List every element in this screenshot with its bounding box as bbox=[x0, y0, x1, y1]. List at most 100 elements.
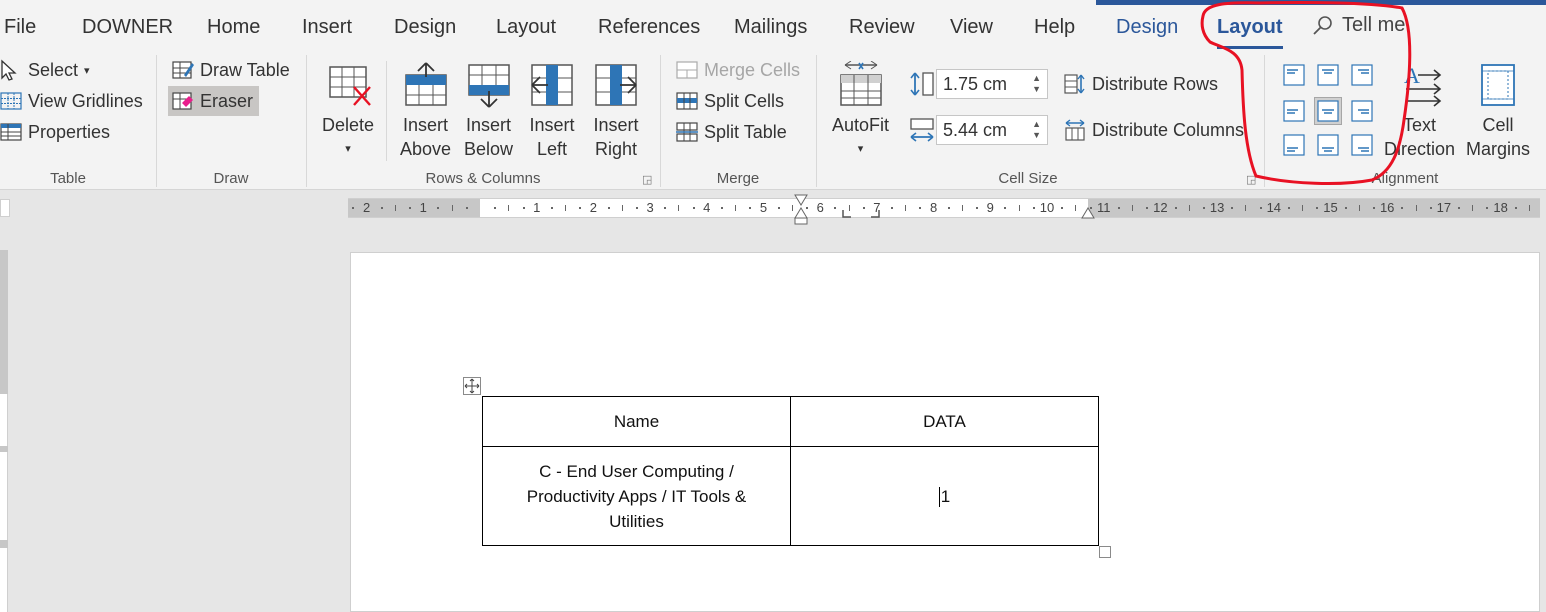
ruler-tick bbox=[1146, 207, 1149, 209]
spin-arrows-icon[interactable]: ▲ ▼ bbox=[1032, 119, 1041, 141]
align-bottom-right-icon[interactable] bbox=[1348, 131, 1376, 159]
ruler-tick bbox=[961, 205, 963, 211]
column-width-icon bbox=[910, 118, 934, 142]
align-center-right-icon[interactable] bbox=[1348, 97, 1376, 125]
chevron-down-icon: ▾ bbox=[345, 143, 351, 155]
ruler-number: 9 bbox=[986, 200, 994, 215]
tab-review[interactable]: Review bbox=[849, 16, 915, 39]
tab-design[interactable]: Design bbox=[394, 16, 456, 39]
split-table-button[interactable]: Split Table bbox=[676, 119, 787, 145]
ruler-tick bbox=[1287, 207, 1290, 209]
cell-height-input[interactable]: 1.75 cm ▲ ▼ bbox=[936, 69, 1048, 99]
align-top-right-icon[interactable] bbox=[1348, 61, 1376, 89]
dialog-launcher-icon[interactable]: ◲ bbox=[642, 173, 652, 186]
ruler-tick bbox=[550, 207, 553, 209]
cell-margins-icon bbox=[1481, 64, 1515, 106]
ruler-tick bbox=[1018, 205, 1020, 211]
chevron-down-icon: ▾ bbox=[84, 64, 90, 77]
ruler-tick bbox=[409, 207, 412, 209]
insert-above-button[interactable]: Insert Above bbox=[400, 61, 451, 161]
tab-insert[interactable]: Insert bbox=[302, 16, 352, 39]
cell-width-input[interactable]: 5.44 cm ▲ ▼ bbox=[936, 115, 1048, 145]
tab-table-layout[interactable]: Layout bbox=[1217, 16, 1283, 49]
group-label-merge: Merge bbox=[716, 170, 760, 187]
split-table-icon bbox=[676, 122, 698, 142]
select-button[interactable]: Select ▾ bbox=[0, 57, 90, 83]
group-separator bbox=[1264, 55, 1265, 187]
ruler-number: 10 bbox=[1039, 200, 1055, 215]
tab-view[interactable]: View bbox=[950, 16, 993, 39]
ruler-tick bbox=[635, 207, 638, 209]
tab-file[interactable]: File bbox=[4, 16, 36, 39]
align-bottom-center-icon[interactable] bbox=[1314, 131, 1342, 159]
align-top-left-icon[interactable] bbox=[1280, 61, 1308, 89]
ruler-number: 15 bbox=[1323, 200, 1338, 215]
align-center-icon[interactable] bbox=[1314, 97, 1342, 125]
cursor-arrow-icon bbox=[1, 59, 17, 81]
spin-arrows-icon[interactable]: ▲ ▼ bbox=[1032, 73, 1041, 95]
insert-below-button[interactable]: Insert Below bbox=[464, 61, 513, 161]
distribute-rows-button[interactable]: Distribute Rows bbox=[1064, 71, 1218, 97]
table-row: Name DATA bbox=[482, 396, 1099, 447]
table-resize-handle[interactable] bbox=[1099, 546, 1111, 558]
ruler-tick bbox=[508, 205, 510, 211]
text-direction-button[interactable]: A Text Direction bbox=[1384, 61, 1455, 161]
ruler-number: 8 bbox=[929, 200, 938, 215]
insert-left-button[interactable]: Insert Left bbox=[528, 61, 576, 161]
table-cell[interactable]: Name bbox=[482, 396, 791, 447]
align-top-center-icon[interactable] bbox=[1314, 61, 1342, 89]
group-separator bbox=[816, 55, 817, 187]
ruler-number: 16 bbox=[1379, 200, 1395, 215]
eraser-button[interactable]: Eraser bbox=[168, 86, 260, 116]
distribute-columns-button[interactable]: Distribute Columns bbox=[1064, 117, 1244, 143]
ruler-tick bbox=[720, 207, 723, 209]
table-cell[interactable]: DATA bbox=[790, 396, 1099, 447]
button-separator bbox=[386, 61, 387, 161]
ruler-tick bbox=[1373, 207, 1376, 209]
merge-cells-button[interactable]: Merge Cells bbox=[676, 57, 800, 83]
table-move-handle[interactable] bbox=[463, 377, 481, 395]
ruler-tick bbox=[848, 205, 850, 211]
properties-button[interactable]: Properties bbox=[0, 119, 110, 145]
horizontal-ruler[interactable]: 2 1 1 2 3 4 5 6 7 8 9 10 11 12 13 14 15 16 17 18 bbox=[348, 198, 1540, 218]
ruler-tick bbox=[437, 207, 440, 209]
move-icon bbox=[464, 378, 480, 394]
vertical-ruler[interactable] bbox=[0, 250, 8, 612]
view-gridlines-button[interactable]: View Gridlines bbox=[0, 88, 143, 114]
eraser-icon bbox=[172, 92, 193, 110]
tab-help[interactable]: Help bbox=[1034, 16, 1075, 39]
tab-downer[interactable]: DOWNER bbox=[82, 16, 173, 39]
insert-right-button[interactable]: Insert Right bbox=[592, 61, 640, 161]
gridlines-icon bbox=[0, 92, 22, 110]
table-cell[interactable]: C - End User Computing / Productivity Ap… bbox=[482, 446, 791, 546]
align-center-left-icon[interactable] bbox=[1280, 97, 1308, 125]
ruler-tick bbox=[664, 207, 667, 209]
table-cell-active[interactable]: 1 bbox=[790, 446, 1099, 546]
word-window: File DOWNER Home Insert Design Layout Re… bbox=[0, 0, 1546, 612]
ruler-tick bbox=[621, 205, 623, 211]
split-cells-button[interactable]: Split Cells bbox=[676, 88, 784, 114]
align-bottom-left-icon[interactable] bbox=[1280, 131, 1308, 159]
tab-mailings[interactable]: Mailings bbox=[734, 16, 807, 39]
tab-references[interactable]: References bbox=[598, 16, 700, 39]
autofit-button[interactable]: AutoFit ▾ bbox=[832, 61, 889, 161]
tab-selector[interactable] bbox=[0, 199, 10, 217]
document-table[interactable]: Name DATA C - End User Computing / Produ… bbox=[482, 396, 1099, 546]
ruler-number: 1 bbox=[533, 200, 541, 215]
dialog-launcher-icon[interactable]: ◲ bbox=[1246, 173, 1256, 186]
tab-layout[interactable]: Layout bbox=[496, 16, 556, 39]
ruler-tick bbox=[1458, 207, 1461, 209]
ruler-tick bbox=[1174, 207, 1177, 209]
ruler-tick bbox=[1231, 207, 1234, 209]
ruler-number: 2 bbox=[589, 200, 598, 215]
tab-table-design[interactable]: Design bbox=[1116, 16, 1178, 39]
cell-width-control: 5.44 cm ▲ ▼ bbox=[908, 115, 1048, 145]
delete-button[interactable]: Delete ▾ bbox=[322, 61, 374, 161]
cell-margins-button[interactable]: Cell Margins bbox=[1466, 61, 1530, 161]
ruler-tick bbox=[352, 207, 355, 209]
ruler-number: 7 bbox=[873, 200, 881, 215]
tab-home[interactable]: Home bbox=[207, 16, 260, 39]
tell-me-search[interactable]: Tell me bbox=[1312, 14, 1405, 37]
draw-table-button[interactable]: Draw Table bbox=[172, 57, 290, 83]
distribute-rows-icon bbox=[1064, 74, 1085, 94]
